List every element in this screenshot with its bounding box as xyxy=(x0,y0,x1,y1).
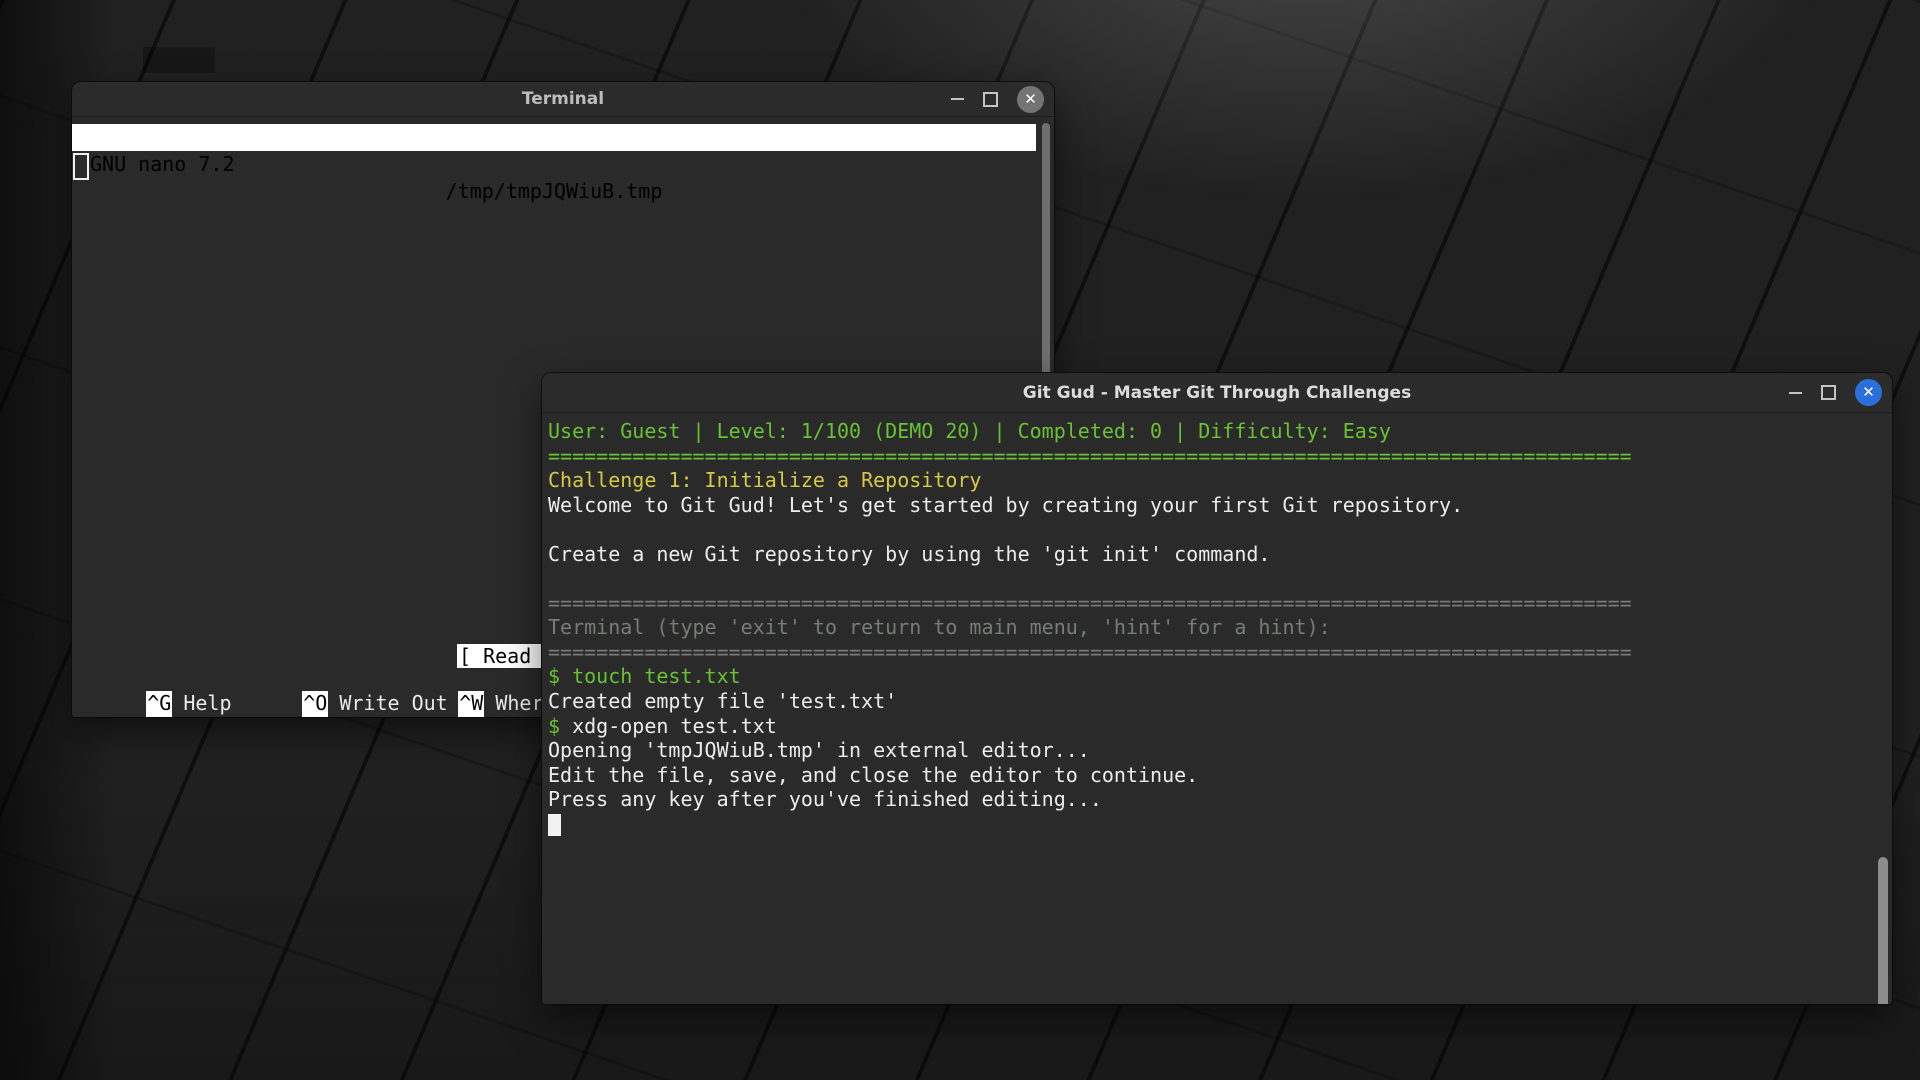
shortcut-key: ^R xyxy=(302,715,328,717)
console-output: Opening 'tmpJQWiuB.tmp' in external edit… xyxy=(548,738,1892,763)
close-button[interactable]: ✕ xyxy=(1855,379,1882,406)
nano-text-cursor xyxy=(73,153,89,180)
nano-status-message: [ Read xyxy=(457,644,545,668)
blank-line xyxy=(548,566,1892,591)
gitgud-window[interactable]: Git Gud - Master Git Through Challenges … xyxy=(542,373,1892,1004)
shortcut-key: ^X xyxy=(146,715,172,717)
console-command: xdg-open test.txt xyxy=(572,714,777,738)
console-block-cursor xyxy=(548,814,561,836)
shortcut-key: ^\ xyxy=(458,715,484,717)
embedded-terminal-header: Terminal (type 'exit' to return to main … xyxy=(548,615,1892,640)
separator-line: ========================================… xyxy=(548,444,1892,469)
shortcut-label: Read File xyxy=(339,715,447,717)
maximize-icon xyxy=(1821,385,1836,400)
console-output: Created empty file 'test.txt' xyxy=(548,689,1892,714)
minimize-icon xyxy=(951,98,964,100)
close-button[interactable]: ✕ xyxy=(1017,86,1044,113)
maximize-button[interactable] xyxy=(983,92,998,107)
minimize-button[interactable] xyxy=(1789,392,1802,394)
close-icon: ✕ xyxy=(1862,385,1875,400)
console-output: Edit the file, save, and close the edito… xyxy=(548,763,1892,788)
nano-version-label: GNU nano 7.2 xyxy=(90,151,235,178)
console-prompt: $ xyxy=(548,714,572,738)
blank-line xyxy=(548,517,1892,542)
console-output: Press any key after you've finished edit… xyxy=(548,787,1892,812)
console-command: $ touch test.txt xyxy=(548,664,1892,689)
gitgud-console-area[interactable]: User: Guest | Level: 1/100 (DEMO 20) | C… xyxy=(542,413,1892,1004)
nano-shortcut-exit[interactable]: ^X Exit xyxy=(146,715,302,717)
terminal-window-title: Terminal xyxy=(72,89,1054,109)
nano-file-path: /tmp/tmpJQWiuB.tmp xyxy=(72,178,1036,205)
nano-header-bar: GNU nano 7.2 /tmp/tmpJQWiuB.tmp xyxy=(72,124,1036,151)
challenge-title: Challenge 1: Initialize a Repository xyxy=(548,468,1892,493)
wallpaper-dark-rectangle xyxy=(143,47,215,73)
separator-line: ========================================… xyxy=(548,640,1892,665)
terminal-titlebar[interactable]: Terminal ✕ xyxy=(72,82,1054,117)
challenge-instruction: Create a new Git repository by using the… xyxy=(548,542,1892,567)
gitgud-titlebar[interactable]: Git Gud - Master Git Through Challenges … xyxy=(542,373,1892,413)
scrollbar-thumb[interactable] xyxy=(1878,857,1888,1004)
console-command-line: $ xdg-open test.txt xyxy=(548,714,1892,739)
maximize-icon xyxy=(983,92,998,107)
gitgud-window-title: Git Gud - Master Git Through Challenges xyxy=(542,383,1892,403)
gitgud-status-bar: User: Guest | Level: 1/100 (DEMO 20) | C… xyxy=(548,419,1892,444)
minimize-icon xyxy=(1789,392,1802,394)
close-icon: ✕ xyxy=(1024,92,1037,107)
shortcut-label: Exit xyxy=(183,715,231,717)
challenge-welcome-text: Welcome to Git Gud! Let's get started by… xyxy=(548,493,1892,518)
maximize-button[interactable] xyxy=(1821,385,1836,400)
separator-line: ========================================… xyxy=(548,591,1892,616)
nano-shortcut-read-file[interactable]: ^R Read File xyxy=(302,715,458,717)
minimize-button[interactable] xyxy=(951,98,964,100)
console-cursor-line xyxy=(548,812,1892,837)
